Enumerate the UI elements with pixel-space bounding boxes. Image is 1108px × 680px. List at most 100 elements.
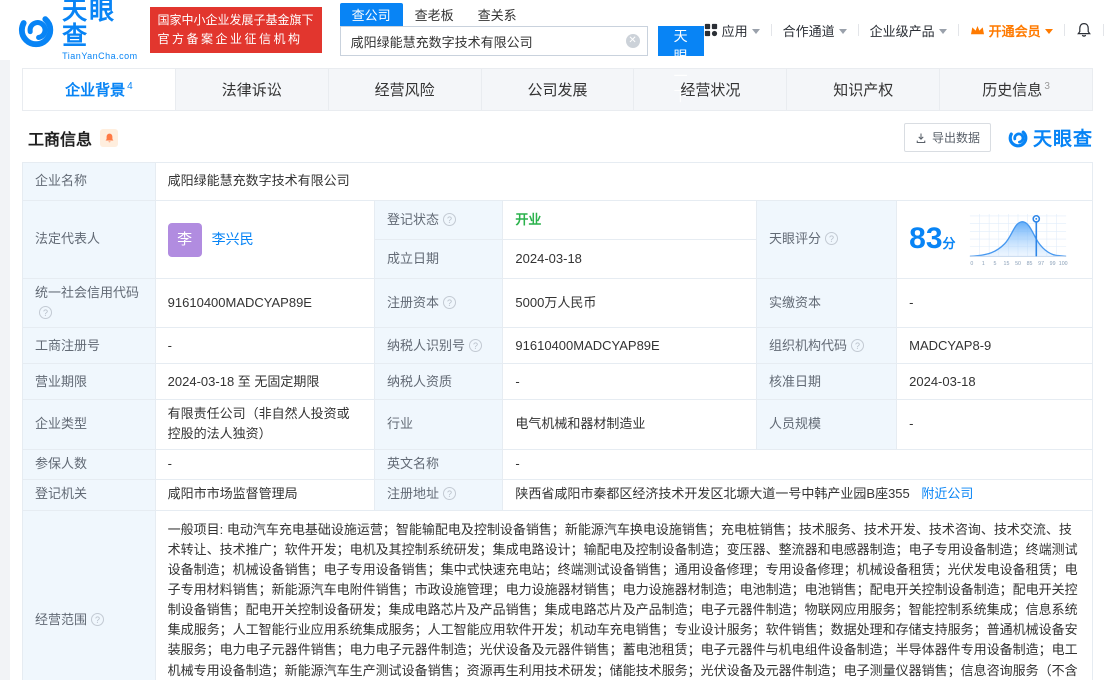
business-term-value: 2024-03-18 至 无固定期限 (154, 363, 376, 401)
field-label: 营业期限 (22, 363, 156, 401)
table-row: 登记机关 咸阳市市场监督管理局 注册地址 陕西省咸阳市秦都区经济技术开发区北塬大… (22, 478, 1093, 511)
notice-bell-icon (105, 133, 113, 142)
status-badge: 开业 (515, 211, 542, 227)
legal-rep-cell: 李 李兴民 (154, 200, 376, 279)
tianyancha-watermark-icon (1008, 128, 1028, 147)
industry-value: 电气机械和器材制造业 (502, 399, 757, 450)
search-clear-icon[interactable]: ✕ (625, 34, 640, 48)
help-icon[interactable] (851, 338, 864, 352)
field-label-text: 天眼评分 (768, 231, 821, 247)
table-row: 企业名称 咸阳绿能慧充数字技术有限公司 (22, 162, 1094, 201)
field-label: 行业 (374, 399, 504, 450)
field-label: 登记状态 (374, 200, 504, 240)
table-row: 参保人数 - 英文名称 - (22, 448, 1093, 480)
help-icon[interactable] (91, 613, 105, 627)
paid-capital-value: - (896, 277, 1093, 329)
nearby-companies-link[interactable]: 附近公司 (921, 486, 973, 501)
company-name-value: 咸阳绿能慧充数字技术有限公司 (154, 162, 1094, 201)
insured-count-value: - (154, 448, 376, 480)
chevron-down-icon (838, 28, 847, 34)
bell-icon (1076, 22, 1091, 37)
chevron-down-icon (1044, 28, 1053, 34)
help-icon[interactable] (443, 212, 457, 226)
divider (1063, 24, 1065, 36)
tab-count-badge: 4 (127, 81, 133, 92)
table-row: 企业类型 有限责任公司（非自然人投资或控股的法人独资） 行业 电气机械和器材制造… (22, 399, 1093, 450)
field-label: 企业类型 (22, 399, 156, 450)
english-name-value: - (502, 448, 1093, 480)
field-label: 组织机构代码 (755, 327, 898, 365)
field-label-text: 注册资本 (387, 295, 440, 311)
field-label-text: 组织机构代码 (768, 337, 847, 353)
nav-notifications[interactable] (1076, 22, 1092, 38)
nav-enterprise-products[interactable]: 企业级产品 (870, 21, 947, 40)
search-input[interactable] (339, 26, 648, 56)
company-detail-tabs: 企业背景 4 法律诉讼 经营风险 公司发展 经营状况 知识产权 历史信息 3 (22, 68, 1093, 111)
tab-label: 公司发展 (527, 82, 588, 99)
staff-size-value: - (896, 399, 1093, 450)
main-content: 企业背景 4 法律诉讼 经营风险 公司发展 经营状况 知识产权 历史信息 3 工商信… (10, 60, 1108, 680)
help-icon[interactable] (39, 306, 52, 320)
notice-bell-badge[interactable] (100, 128, 119, 147)
table-row: 营业期限 2024-03-18 至 无固定期限 纳税人资质 - 核准日期 202… (22, 363, 1093, 401)
tab-operating-status[interactable]: 经营状况 (634, 69, 788, 110)
reg-number-value: - (154, 327, 376, 365)
field-label: 天眼评分 (755, 200, 898, 279)
tab-operating-risk[interactable]: 经营风险 (329, 69, 482, 110)
divider (1102, 24, 1104, 36)
establish-date-value: 2024-03-18 (502, 239, 757, 279)
help-icon[interactable] (443, 296, 457, 310)
svg-text:100: 100 (1058, 261, 1067, 267)
credit-code-value: 91610400MADCYAP89E (154, 277, 376, 329)
tab-legal-litigation[interactable]: 法律诉讼 (176, 69, 329, 110)
search-tab-company[interactable]: 查公司 (339, 3, 403, 26)
tab-history-info[interactable]: 历史信息 3 (940, 69, 1092, 110)
nav-apps[interactable]: 应用 (704, 21, 760, 40)
section-title: 工商信息 (28, 131, 93, 149)
badge-line2: 官方备案企业征信机构 (157, 32, 303, 46)
nav-partner-channel[interactable]: 合作通道 (783, 21, 847, 40)
svg-text:5: 5 (993, 261, 996, 267)
business-scope-value: 一般项目: 电动汽车充电基础设施运营；智能输配电及控制设备销售；新能源汽车换电设… (154, 509, 1094, 680)
crown-icon (970, 25, 984, 34)
svg-text:1: 1 (981, 261, 984, 267)
search-tab-boss[interactable]: 查老板 (403, 3, 466, 26)
svg-text:97: 97 (1038, 261, 1044, 267)
legal-rep-link[interactable]: 李兴民 (212, 229, 254, 251)
avatar: 李 (167, 222, 202, 257)
field-label: 注册地址 (374, 478, 504, 511)
score-value: 83 (909, 222, 943, 256)
tab-count-badge: 3 (1044, 81, 1050, 92)
tab-company-background[interactable]: 企业背景 4 (23, 69, 176, 110)
divider (957, 24, 959, 36)
field-label-text: 纳税人识别号 (387, 337, 466, 353)
top-header: 天眼查 TianYanCha.com 国家中小企业发展子基金旗下 官方备案企业征… (0, 0, 1108, 104)
field-label: 企业名称 (22, 162, 156, 201)
field-label-text: 统一社会信用代码 (35, 285, 140, 300)
tab-label: 法律诉讼 (221, 82, 282, 99)
tab-company-development[interactable]: 公司发展 (482, 69, 635, 110)
top-nav: 应用 合作通道 企业级产品 开通会员 (704, 21, 1108, 40)
apps-grid-icon (704, 23, 717, 37)
field-label: 人员规模 (755, 399, 898, 450)
tab-label: 经营状况 (680, 82, 741, 99)
field-label: 注册资本 (374, 277, 504, 329)
nav-partner-label: 合作通道 (782, 23, 835, 39)
tab-intellectual-property[interactable]: 知识产权 (787, 69, 941, 110)
help-icon[interactable] (825, 232, 838, 246)
help-icon[interactable] (443, 487, 457, 501)
section-header: 工商信息 导出数据 天眼查 (22, 111, 1093, 162)
help-icon[interactable] (469, 338, 483, 352)
nav-vip-upgrade[interactable]: 开通会员 (970, 21, 1053, 40)
taxpayer-id-value: 91610400MADCYAP89E (502, 327, 757, 365)
field-label-text: 经营范围 (35, 612, 88, 628)
field-label: 经营范围 (22, 509, 156, 680)
table-row: 法定代表人 李 李兴民 登记状态 开业 天眼评分 83分 (22, 200, 1093, 279)
tianyancha-logo[interactable]: 天眼查 TianYanCha.com (16, 0, 140, 61)
export-label: 导出数据 (931, 131, 980, 145)
nav-apps-label: 应用 (721, 23, 748, 39)
search-tab-relation[interactable]: 查关系 (466, 3, 529, 26)
field-label: 实缴资本 (755, 277, 898, 329)
search-button[interactable]: 天眼一下 (657, 26, 704, 104)
export-data-button[interactable]: 导出数据 (903, 123, 991, 152)
